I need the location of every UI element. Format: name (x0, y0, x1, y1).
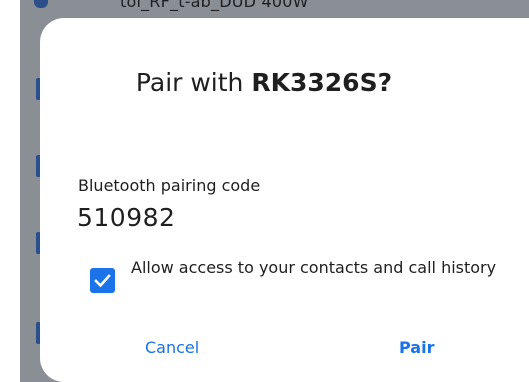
pair-button[interactable]: Pair (399, 338, 434, 358)
dialog-title-prefix: Pair with (135, 68, 252, 97)
background-device-name: tol_RF_t-ab_DUD 400W (120, 0, 309, 11)
contacts-access-label: Allow access to your contacts and call h… (131, 258, 497, 277)
dialog-title: Pair with RK3326S? (40, 68, 488, 98)
cancel-button[interactable]: Cancel (145, 338, 199, 358)
device-name: RK3326S? (251, 68, 393, 97)
contacts-access-checkbox[interactable] (90, 268, 115, 293)
check-icon (94, 274, 111, 288)
pairing-code-value: 510982 (77, 203, 176, 232)
pairing-code-label: Bluetooth pairing code (78, 176, 261, 195)
pairing-dialog: Pair with RK3326S? Bluetooth pairing cod… (40, 18, 529, 382)
